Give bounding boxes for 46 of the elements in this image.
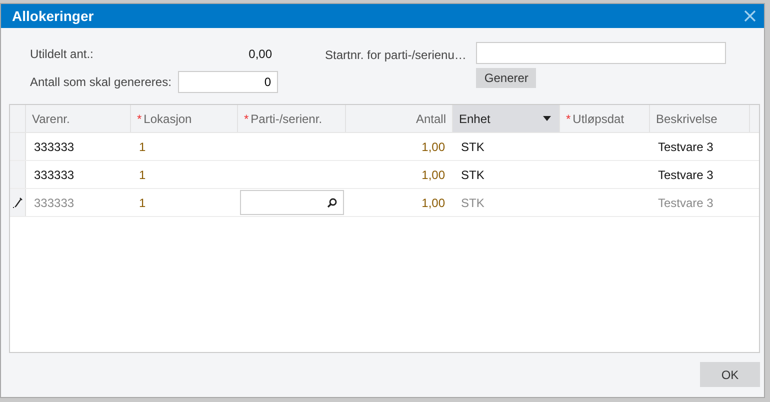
field-label: Utildelt ant.: — [30, 47, 94, 61]
table-cell: 1,00 — [422, 168, 445, 182]
field-label: Startnr. for parti-/serienu… — [325, 47, 466, 64]
table-cell: 1 — [139, 196, 146, 210]
required-mark: * — [244, 112, 249, 126]
table-cell: 1,00 — [422, 140, 445, 154]
table-cell: 333333 — [34, 140, 74, 154]
required-mark: * — [137, 112, 142, 126]
column-header[interactable]: Beskrivelse — [650, 105, 750, 132]
column-header[interactable]: * Parti-/serienr. — [238, 105, 346, 132]
table-cell: 333333 — [34, 196, 74, 210]
close-icon[interactable] — [744, 10, 756, 22]
pencil-icon — [12, 197, 22, 208]
table-cell: 1 — [139, 168, 146, 182]
table-cell: Testvare 3 — [658, 168, 714, 182]
search-field[interactable] — [240, 190, 344, 215]
column-header[interactable]: Varenr. — [26, 105, 131, 132]
table-cell: STK — [461, 140, 484, 154]
dropdown-icon[interactable] — [543, 116, 551, 121]
table-cell: 1 — [139, 140, 146, 154]
table-cell: Testvare 3 — [658, 196, 714, 210]
table-cell: 333333 — [34, 168, 74, 182]
search-icon[interactable] — [327, 198, 337, 208]
column-label: Lokasjon — [144, 112, 192, 126]
column-label: Parti-/serienr. — [250, 112, 322, 126]
column-header[interactable]: Enhet — [453, 105, 560, 132]
input-field[interactable] — [476, 42, 726, 64]
table-cell: Testvare 3 — [658, 140, 714, 154]
column-label: Antall — [416, 112, 446, 126]
column-label: Enhet — [459, 112, 490, 126]
column-header[interactable]: * Utløpsdat — [560, 105, 650, 132]
column-label: Utløpsdat — [572, 112, 624, 126]
generate-button[interactable]: Generer — [476, 68, 536, 88]
table-cell: STK — [461, 168, 484, 182]
column-label: Varenr. — [32, 112, 70, 126]
window-title: Allokeringer — [12, 8, 94, 24]
required-mark: * — [566, 112, 571, 126]
column-header[interactable]: * Lokasjon — [131, 105, 238, 132]
row-header[interactable] — [10, 189, 26, 216]
field-value: 0,00 — [248, 47, 273, 61]
field-label: Antall som skal genereres: — [30, 75, 172, 89]
table-cell: 1,00 — [422, 196, 445, 210]
table-cell: STK — [461, 196, 484, 210]
input-field[interactable]: 0 — [178, 71, 278, 93]
column-label: Beskrivelse — [656, 112, 718, 126]
ok-button[interactable]: OK — [700, 362, 760, 387]
